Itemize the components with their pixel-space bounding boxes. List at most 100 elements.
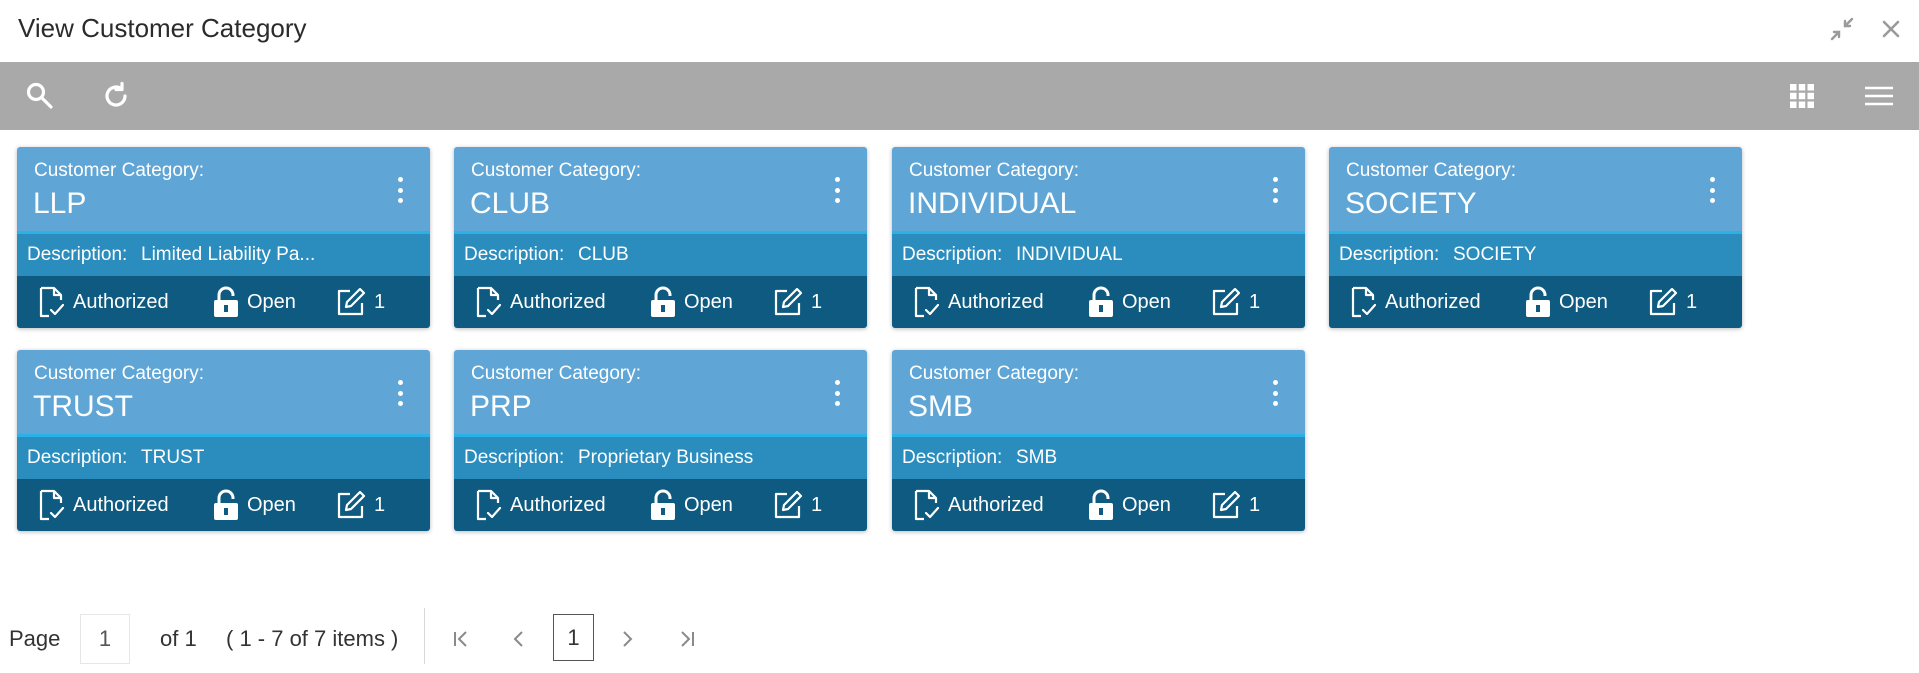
edit-icon: [774, 287, 803, 316]
authorization-status: Authorized: [476, 489, 606, 521]
card-footer: Authorized Open 1: [892, 479, 1305, 531]
edit-icon: [1212, 490, 1241, 519]
card-header: Customer Category: CLUB: [454, 147, 867, 234]
description-value: TRUST: [141, 447, 205, 468]
category-card-club[interactable]: Customer Category: CLUB Description: CLU…: [454, 147, 867, 328]
document-check-icon: [914, 489, 940, 521]
card-header: Customer Category: LLP: [17, 147, 430, 234]
card-options-button[interactable]: [1267, 175, 1283, 205]
toolbar: [0, 62, 1919, 130]
category-card-society[interactable]: Customer Category: SOCIETY Description: …: [1329, 147, 1742, 328]
page-number-input[interactable]: 1: [80, 614, 130, 664]
page-count: of 1: [160, 626, 197, 651]
card-footer: Authorized Open 1: [454, 276, 867, 328]
unlock-icon: [1089, 489, 1113, 520]
description-label: Description:: [1339, 244, 1440, 265]
customer-category-name: INDIVIDUAL: [908, 187, 1077, 220]
lock-status-text: Open: [1122, 290, 1171, 313]
customer-category-name: PRP: [470, 390, 532, 423]
kebab-icon: [1709, 177, 1715, 182]
document-check-icon: [39, 489, 65, 521]
modification-number-text: 1: [811, 493, 823, 516]
list-view-button[interactable]: [1859, 78, 1899, 114]
authorization-status-text: Authorized: [510, 290, 606, 313]
unlock-icon: [651, 489, 675, 520]
refresh-icon: [105, 81, 127, 107]
kebab-icon: [1272, 177, 1278, 182]
modification-number-text: 1: [1686, 290, 1698, 313]
modification-number: 1: [1211, 489, 1260, 521]
description-label: Description:: [27, 244, 128, 265]
card-options-button[interactable]: [392, 378, 408, 408]
card-header: Customer Category: SMB: [892, 350, 1305, 437]
card-options-button[interactable]: [1704, 175, 1720, 205]
menu-icon: [1865, 86, 1893, 106]
close-button[interactable]: [1874, 12, 1908, 46]
lock-status-text: Open: [247, 493, 296, 516]
category-card-individual[interactable]: Customer Category: INDIVIDUAL Descriptio…: [892, 147, 1305, 328]
items-summary: ( 1 - 7 of 7 items ): [226, 626, 399, 651]
card-field-label: Customer Category:: [1346, 160, 1517, 181]
lock-status: Open: [650, 489, 733, 521]
card-description: Description: TRUST: [17, 437, 430, 479]
document-check-icon: [39, 286, 65, 318]
card-options-button[interactable]: [392, 175, 408, 205]
card-header: Customer Category: PRP: [454, 350, 867, 437]
last-page-button[interactable]: [670, 622, 704, 656]
modification-number: 1: [773, 489, 822, 521]
category-card-prp[interactable]: Customer Category: PRP Description: Prop…: [454, 350, 867, 531]
description-label: Description:: [464, 447, 565, 468]
description-label: Description:: [902, 447, 1003, 468]
description-value: INDIVIDUAL: [1016, 244, 1123, 265]
tile-view-button[interactable]: [1782, 78, 1822, 114]
card-description: Description: SMB: [892, 437, 1305, 479]
lock-status: Open: [213, 489, 296, 521]
kebab-icon: [397, 177, 403, 182]
description-value: Proprietary Business: [578, 447, 754, 468]
card-footer: Authorized Open 1: [454, 479, 867, 531]
modification-number-text: 1: [374, 290, 386, 313]
lock-status: Open: [1088, 286, 1171, 318]
first-page-icon: [454, 631, 467, 647]
authorization-status-text: Authorized: [73, 493, 169, 516]
search-icon: [26, 82, 53, 109]
minimize-button[interactable]: [1825, 12, 1859, 46]
lock-status-text: Open: [684, 493, 733, 516]
card-options-button[interactable]: [829, 175, 845, 205]
unlock-icon: [1526, 286, 1550, 317]
authorization-status: Authorized: [1351, 286, 1481, 318]
modification-number: 1: [336, 489, 385, 521]
page-label: Page: [9, 626, 61, 651]
category-card-trust[interactable]: Customer Category: TRUST Description: TR…: [17, 350, 430, 531]
card-description: Description: Limited Liability Pa...: [17, 234, 430, 276]
previous-page-button[interactable]: [502, 622, 536, 656]
current-page-button[interactable]: 1: [553, 614, 594, 661]
grid-icon: [1790, 84, 1814, 108]
page-title: View Customer Category: [18, 13, 307, 43]
description-label: Description:: [464, 244, 565, 265]
search-button[interactable]: [20, 78, 60, 114]
category-card-llp[interactable]: Customer Category: LLP Description: Limi…: [17, 147, 430, 328]
card-options-button[interactable]: [1267, 378, 1283, 408]
kebab-icon: [1272, 380, 1278, 385]
authorization-status-text: Authorized: [510, 493, 606, 516]
customer-category-name: TRUST: [33, 390, 133, 423]
pagination: Page 1 of 1 ( 1 - 7 of 7 items ) 1: [0, 600, 900, 670]
edit-icon: [1649, 287, 1678, 316]
minimize-icon: [1830, 17, 1854, 41]
card-footer: Authorized Open 1: [892, 276, 1305, 328]
card-footer: Authorized Open 1: [17, 276, 430, 328]
first-page-button[interactable]: [444, 622, 478, 656]
refresh-button[interactable]: [96, 78, 136, 114]
authorization-status-text: Authorized: [948, 493, 1044, 516]
chevron-right-icon: [623, 631, 633, 647]
category-card-smb[interactable]: Customer Category: SMB Description: SMB …: [892, 350, 1305, 531]
kebab-icon: [834, 380, 840, 385]
next-page-button[interactable]: [610, 622, 644, 656]
kebab-icon: [397, 380, 403, 385]
description-value: SMB: [1016, 447, 1058, 468]
description-label: Description:: [902, 244, 1003, 265]
authorization-status: Authorized: [39, 286, 169, 318]
document-check-icon: [476, 489, 502, 521]
card-options-button[interactable]: [829, 378, 845, 408]
